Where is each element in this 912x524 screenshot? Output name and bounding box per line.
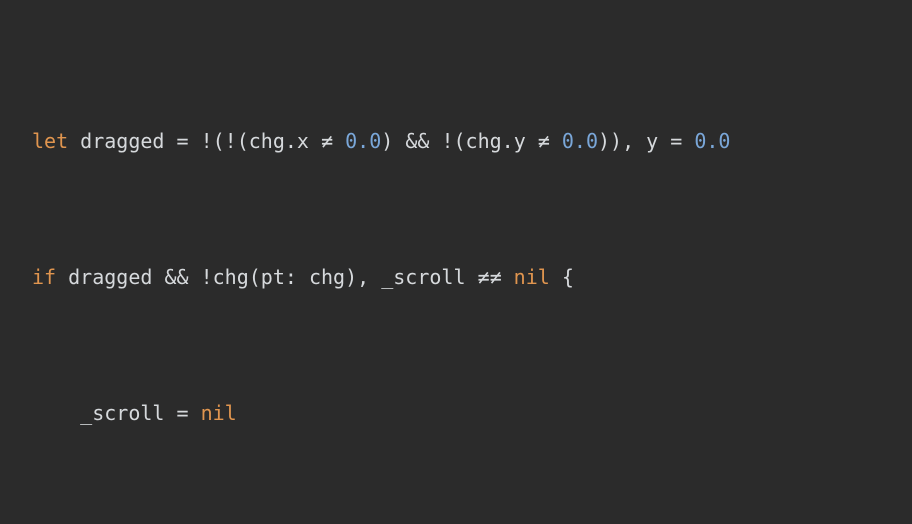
keyword-nil: nil [201, 401, 237, 425]
code-text: && [405, 129, 441, 153]
code-text: !(!( [201, 129, 249, 153]
indent [32, 401, 80, 425]
keyword-let: let [32, 129, 68, 153]
number-literal: 0.0 [694, 129, 730, 153]
code-text [550, 129, 562, 153]
keyword-if: if [32, 265, 56, 289]
code-text: dragged && !chg(pt: chg), _scroll [56, 265, 477, 289]
code-text: = [177, 129, 201, 153]
code-line[interactable]: let dragged = !(!(chg.x ≠ 0.0) && !(chg.… [0, 124, 912, 158]
code-editor[interactable]: let dragged = !(!(chg.x ≠ 0.0) && !(chg.… [0, 0, 912, 524]
keyword-nil: nil [514, 265, 550, 289]
code-text [502, 265, 514, 289]
code-text: ) [381, 129, 405, 153]
number-literal: 0.0 [345, 129, 381, 153]
code-text [333, 129, 345, 153]
code-text: chg.y [466, 129, 538, 153]
neq-operator: ≠ [321, 129, 333, 153]
code-text: _scroll = [80, 401, 200, 425]
code-line[interactable]: _scroll = nil [0, 396, 912, 430]
neq-operator: ≠ [538, 129, 550, 153]
code-text: !( [441, 129, 465, 153]
code-text: chg.x [249, 129, 321, 153]
code-text: dragged [68, 129, 176, 153]
neq-strike-operator: ≠≠ [478, 265, 502, 289]
code-text: )), y = [598, 129, 694, 153]
code-text: { [550, 265, 574, 289]
code-line[interactable]: if dragged && !chg(pt: chg), _scroll ≠≠ … [0, 260, 912, 294]
number-literal: 0.0 [562, 129, 598, 153]
